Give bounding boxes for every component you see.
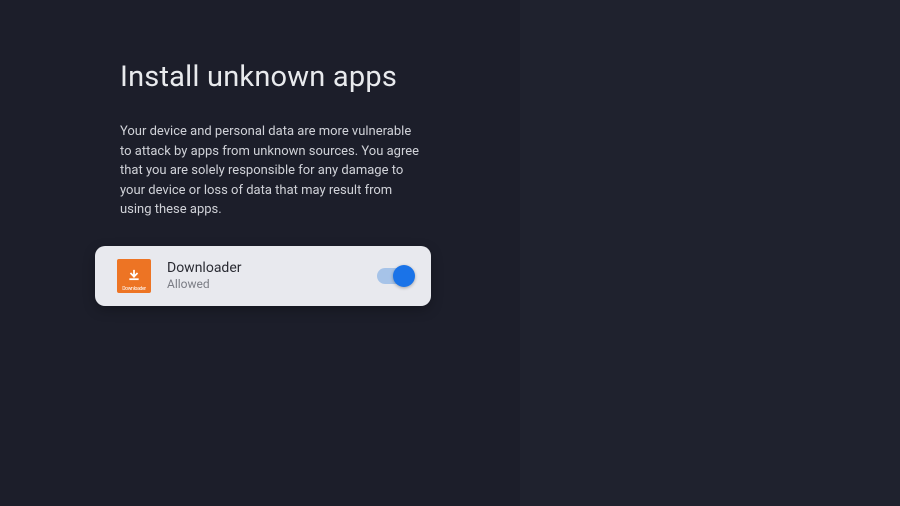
app-info: Downloader Allowed: [167, 260, 377, 291]
right-panel: [520, 0, 900, 506]
download-arrow-icon: [127, 269, 141, 283]
app-status: Allowed: [167, 277, 377, 291]
permission-toggle[interactable]: [377, 268, 413, 284]
app-permission-row[interactable]: Downloader Downloader Allowed: [95, 246, 431, 306]
page-description: Your device and personal data are more v…: [120, 122, 420, 220]
downloader-app-icon: Downloader: [117, 259, 151, 293]
settings-content: Install unknown apps Your device and per…: [0, 0, 520, 306]
app-icon-label: Downloader: [117, 286, 151, 293]
app-name: Downloader: [167, 260, 377, 276]
page-title: Install unknown apps: [120, 60, 520, 94]
toggle-knob: [393, 265, 415, 287]
